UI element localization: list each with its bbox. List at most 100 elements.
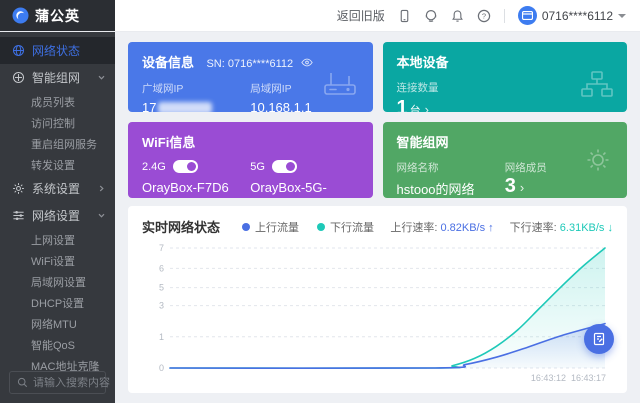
svg-text:7: 7 [159, 243, 164, 253]
chevron-right-icon[interactable]: › [520, 180, 524, 195]
sidebar-item-wan-settings[interactable]: 上网设置 [0, 229, 115, 250]
svg-text:16:43:12: 16:43:12 [531, 373, 566, 383]
nodes-icon [12, 71, 25, 84]
sidebar-item-label: WiFi设置 [31, 255, 75, 268]
gear-icon [583, 145, 613, 180]
legend-item[interactable]: 下行流量 [317, 219, 374, 235]
network-name: hstooo的网络 [396, 182, 475, 197]
legend-item[interactable]: 上行流量 [242, 219, 299, 235]
main-content: 设备信息 SN: 0716****6112 广域网IP 17 局域网IP 10.… [115, 32, 640, 403]
up-rate-value: 0.82KB/s [440, 221, 486, 234]
wifi-card[interactable]: WiFi信息 2.4G 5G OrayBox-F7D6 OrayBox-5G-F… [128, 122, 373, 198]
sidebar-item-label: DHCP设置 [31, 297, 85, 310]
sidebar-item-label: 局域网设置 [31, 276, 86, 289]
search-icon [17, 377, 28, 388]
chevron-right-icon[interactable]: › [425, 102, 429, 112]
local-card-title: 本地设备 [396, 55, 449, 70]
report-button[interactable] [584, 324, 614, 354]
top-header: 蒲公英 返回旧版 ? 0716****6112 [0, 0, 640, 32]
legend-dot-icon [317, 222, 326, 231]
card-avatar-icon [517, 6, 537, 25]
sidebar-item-lan-settings[interactable]: 局域网设置 [0, 271, 115, 292]
router-icon [321, 71, 359, 102]
wifi-2g-toggle[interactable] [172, 160, 198, 173]
eye-icon[interactable] [301, 54, 313, 71]
local-card[interactable]: 本地设备 连接数量 1 台 › [382, 42, 627, 112]
sidebar-item-label: 智能组网 [32, 71, 81, 85]
account-menu[interactable]: 0716****6112 [517, 6, 626, 25]
mesh-card[interactable]: 智能组网 网络名称 hstooo的网络 网络成员 3 › [382, 122, 627, 198]
sidebar-item-dhcp-settings[interactable]: DHCP设置 [0, 292, 115, 313]
gear-icon [12, 182, 25, 195]
mesh-card-title: 智能组网 [396, 135, 449, 150]
search-input[interactable] [33, 376, 113, 389]
svg-text:5: 5 [159, 283, 164, 293]
up-rate: 上行速率: 0.82KB/s ↑ [390, 221, 494, 234]
sidebar-item-smart-networking[interactable]: 智能组网 [0, 64, 115, 91]
sidebar-item-network-settings[interactable]: 网络设置 [0, 202, 115, 229]
sn-label: SN: [206, 58, 225, 70]
bell-icon[interactable] [451, 9, 464, 23]
logo: 蒲公英 [0, 0, 115, 31]
sidebar-search[interactable] [9, 371, 113, 394]
legend-label: 上行流量 [255, 221, 300, 234]
down-arrow-icon: ↓ [607, 221, 614, 234]
sidebar-item-network-status[interactable]: 网络状态 [0, 37, 115, 64]
back-to-old-version-button[interactable]: 返回旧版 [337, 7, 385, 24]
up-arrow-icon: ↑ [488, 221, 494, 234]
sidebar-item-label: 网络MTU [31, 318, 77, 331]
network-tree-icon [581, 71, 613, 102]
wan-ip-value: 17 [142, 100, 250, 112]
down-rate-value: 6.31KB/s [559, 221, 605, 234]
headset-icon[interactable] [424, 9, 438, 23]
device-card[interactable]: 设备信息 SN: 0716****6112 广域网IP 17 局域网IP 10.… [128, 42, 373, 112]
oray-logo-icon [12, 7, 29, 24]
svg-text:0: 0 [159, 363, 164, 373]
wan-ip-label: 广域网IP [142, 83, 184, 95]
chevron-down-icon [97, 73, 106, 82]
sidebar-item-smart-qos[interactable]: 智能QoS [0, 334, 115, 355]
phone-icon[interactable] [398, 9, 411, 23]
sidebar-item-label: 转发设置 [31, 159, 75, 172]
document-icon [592, 332, 606, 346]
realtime-network-card: 实时网络状态 上行流量 下行流量 上行速率: 0.82KB/s ↑ 下行速率: 6… [128, 206, 627, 393]
device-card-title: 设备信息 [142, 55, 195, 70]
chevron-down-icon [97, 211, 106, 220]
legend-label: 下行流量 [330, 221, 375, 234]
network-name-label: 网络名称 [396, 162, 439, 174]
wan-ip-redacted [158, 102, 213, 112]
band-2g-label: 2.4G [142, 160, 166, 173]
sidebar-item-restart-service[interactable]: 重启组网服务 [0, 133, 115, 154]
sidebar-item-wifi-settings[interactable]: WiFi设置 [0, 250, 115, 271]
sidebar-item-label: 智能QoS [31, 339, 76, 352]
svg-text:6: 6 [159, 263, 164, 273]
ssid-5g: OrayBox-5G-F7D6 [250, 180, 327, 198]
sidebar-item-label: 网络设置 [32, 209, 81, 223]
sidebar-item-forward-settings[interactable]: 转发设置 [0, 154, 115, 175]
sidebar-item-system-settings[interactable]: 系统设置 [0, 175, 115, 202]
sidebar-item-access-control[interactable]: 访问控制 [0, 112, 115, 133]
sidebar-item-member-list[interactable]: 成员列表 [0, 91, 115, 112]
sidebar-item-label: 成员列表 [31, 96, 75, 109]
sliders-icon [12, 209, 25, 222]
header-divider [503, 8, 505, 23]
sidebar-item-label: 网络状态 [32, 44, 81, 58]
account-number: 0716****6112 [541, 8, 613, 23]
network-members-count: 3 [504, 175, 516, 197]
traffic-line-chart: 0 1 3 5 6 7 16:43:12 16:43:17 [159, 243, 606, 383]
wifi-card-title: WiFi信息 [142, 135, 196, 150]
connection-count: 1 [396, 97, 408, 112]
sidebar-nav: 网络状态智能组网成员列表访问控制重启组网服务转发设置系统设置网络设置上网设置 Wi… [0, 32, 115, 403]
ssid-2g: OrayBox-F7D6 [142, 180, 229, 195]
help-icon[interactable]: ? [477, 9, 491, 23]
app-title: 蒲公英 [35, 7, 80, 24]
sidebar-item-network-mtu[interactable]: 网络MTU [0, 313, 115, 334]
wifi-5g-toggle[interactable] [271, 160, 297, 173]
sidebar-item-label: 访问控制 [31, 117, 75, 130]
svg-text:16:43:17: 16:43:17 [571, 373, 606, 383]
svg-text:1: 1 [159, 332, 164, 342]
band-5g-label: 5G [250, 160, 265, 173]
router-dashboard: 蒲公英 返回旧版 ? 0716****6112 网络状态 智能组网 成员列表 访… [0, 0, 640, 403]
legend-dot-icon [242, 222, 251, 231]
sn-value: 0716****6112 [227, 58, 294, 70]
